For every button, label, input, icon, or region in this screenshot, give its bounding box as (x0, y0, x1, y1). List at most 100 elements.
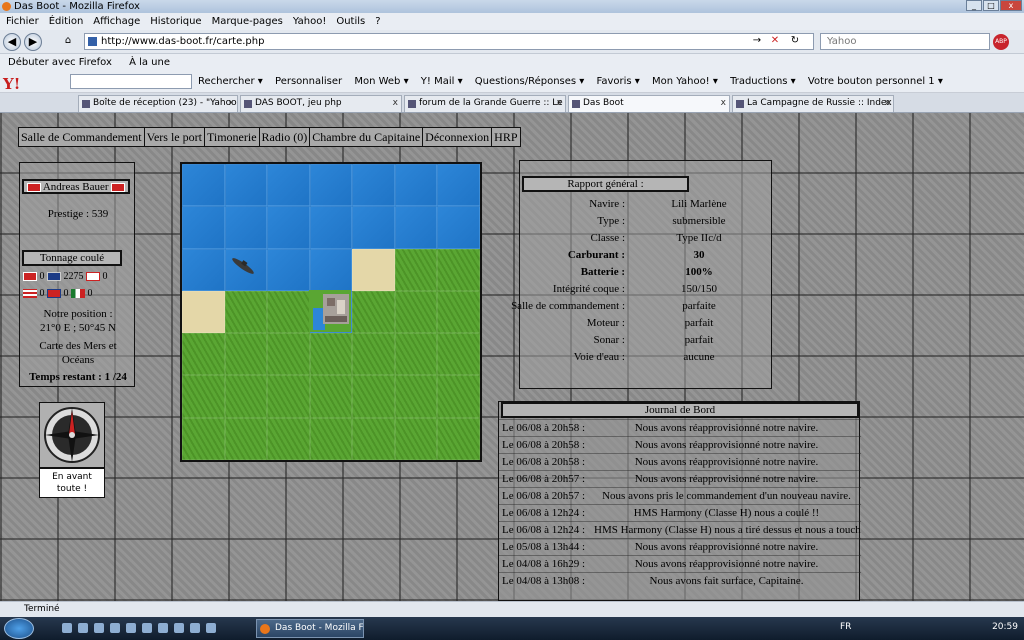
minimize-button[interactable]: _ (966, 0, 982, 11)
menu-outils[interactable]: Outils (336, 16, 365, 27)
map-tile-sea[interactable] (437, 164, 480, 207)
yahoo-mail[interactable]: Y! Mail ▾ (421, 76, 463, 87)
map-tile-land[interactable] (182, 417, 225, 460)
map-tile-land[interactable] (394, 417, 438, 460)
map-tile-sea[interactable] (394, 164, 438, 207)
quicklaunch-icon[interactable] (78, 623, 88, 633)
map-tile-land[interactable] (394, 290, 438, 334)
menu-edition[interactable]: Édition (49, 16, 84, 27)
quicklaunch-icon[interactable] (126, 623, 136, 633)
search-input[interactable]: Yahoo (820, 33, 990, 50)
menu-fichier[interactable]: Fichier (6, 16, 39, 27)
map-tile-land[interactable] (437, 248, 480, 291)
go-icon[interactable]: → (750, 34, 764, 49)
map-tile-land[interactable] (309, 333, 353, 376)
yahoo-favoris[interactable]: Favoris ▾ (597, 76, 640, 87)
map-link-line-2[interactable]: Océans (20, 354, 136, 366)
map-tile-sea[interactable] (352, 206, 395, 249)
map-tile-sea[interactable] (267, 248, 310, 291)
quicklaunch-icon[interactable] (110, 623, 120, 633)
close-tab-icon[interactable]: x (229, 96, 234, 111)
yahoo-mon-web[interactable]: Mon Web ▾ (354, 76, 408, 87)
maximize-button[interactable]: □ (983, 0, 999, 11)
map-tile-land[interactable] (352, 290, 395, 334)
map-tile-sea[interactable] (224, 206, 268, 249)
map-tile-sea[interactable] (267, 164, 310, 207)
back-button[interactable]: ◀ (3, 33, 21, 51)
harbor-icon[interactable] (309, 290, 351, 332)
yahoo-traductions[interactable]: Traductions ▾ (730, 76, 796, 87)
tab-das-boot-jeu[interactable]: DAS BOOT, jeu php x (240, 95, 402, 112)
home-icon[interactable]: ⌂ (60, 34, 76, 49)
map-tile-land[interactable] (309, 417, 353, 460)
map-tile-sea[interactable] (267, 206, 310, 249)
close-tab-icon[interactable]: x (557, 96, 562, 111)
map-tile-land[interactable] (394, 375, 438, 418)
tab-forum[interactable]: forum de la Grande Guerre :: Le f... x (404, 95, 566, 112)
map-tile-sea[interactable] (182, 248, 225, 291)
map-tile-land[interactable] (394, 248, 438, 291)
map-tile-land[interactable] (224, 333, 268, 376)
quicklaunch-icon[interactable] (190, 623, 200, 633)
quicklaunch-icon[interactable] (206, 623, 216, 633)
menu-aide[interactable]: ? (375, 16, 380, 27)
map-tile-land[interactable] (224, 375, 268, 418)
submarine-icon[interactable] (228, 251, 258, 281)
map-tile-land[interactable] (352, 375, 395, 418)
quicklaunch-icon[interactable] (94, 623, 104, 633)
stop-button[interactable]: ✕ (768, 34, 782, 49)
tab-campagne-russie[interactable]: La Campagne de Russie :: Index x (732, 95, 894, 112)
map-tile-land[interactable] (267, 417, 310, 460)
yahoo-search-input[interactable] (70, 74, 192, 89)
nav-chambre-capitaine[interactable]: Chambre du Capitaine (309, 127, 424, 147)
close-tab-icon[interactable]: x (393, 96, 398, 111)
close-window-button[interactable]: x (1000, 0, 1022, 11)
map-tile-sand[interactable] (182, 290, 225, 334)
map-tile-land[interactable] (224, 290, 268, 334)
map-tile-land[interactable] (224, 417, 268, 460)
nav-salle-commandement[interactable]: Salle de Commandement (18, 127, 145, 147)
forward-button[interactable]: ▶ (24, 33, 42, 51)
url-bar[interactable]: http://www.das-boot.fr/carte.php (84, 33, 814, 50)
map-tile-land[interactable] (394, 333, 438, 376)
map-tile-sea[interactable] (182, 164, 225, 207)
yahoo-logo-icon[interactable]: Y! (3, 73, 20, 92)
quicklaunch-icon[interactable] (158, 623, 168, 633)
map-tile-land[interactable] (309, 375, 353, 418)
map-tile-land[interactable] (352, 333, 395, 376)
map-tile-land[interactable] (267, 333, 310, 376)
map-tile-land[interactable] (437, 290, 480, 334)
nav-timonerie[interactable]: Timonerie (203, 127, 260, 147)
quicklaunch-icon[interactable] (142, 623, 152, 633)
menu-affichage[interactable]: Affichage (93, 16, 140, 27)
map-tile-land[interactable] (267, 290, 310, 334)
quicklaunch-icon[interactable] (62, 623, 72, 633)
map-tile-land[interactable] (437, 375, 480, 418)
nav-hrp[interactable]: HRP (491, 127, 521, 147)
map-tile-sea[interactable] (309, 248, 353, 291)
map-tile-land[interactable] (182, 375, 225, 418)
compass[interactable] (39, 402, 105, 468)
map-tile-sea[interactable] (309, 164, 353, 207)
language-indicator[interactable]: FR (840, 622, 851, 632)
map-tile-sand[interactable] (352, 248, 395, 291)
map-tile-land[interactable] (352, 417, 395, 460)
map-tile-land[interactable] (267, 375, 310, 418)
close-tab-icon[interactable]: x (721, 96, 726, 111)
nav-radio[interactable]: Radio (0) (258, 127, 311, 147)
yahoo-mon-yahoo[interactable]: Mon Yahoo! ▾ (652, 76, 718, 87)
map-tile-land[interactable] (182, 333, 225, 376)
map-tile-land[interactable] (437, 417, 480, 460)
nav-vers-le-port[interactable]: Vers le port (143, 127, 205, 147)
full-ahead-button[interactable]: En avant toute ! (39, 468, 105, 498)
map-tile-land[interactable] (437, 333, 480, 376)
start-button[interactable] (4, 618, 34, 639)
tab-yahoo-mail[interactable]: Boîte de réception (23) - "Yahoo! ... x (78, 95, 238, 112)
nav-deconnexion[interactable]: Déconnexion (422, 127, 493, 147)
taskbar-firefox-window[interactable]: Das Boot - Mozilla F... (256, 619, 364, 638)
map-tile-sea[interactable] (182, 206, 225, 249)
menu-historique[interactable]: Historique (150, 16, 201, 27)
map-link-line-1[interactable]: Carte des Mers et (20, 340, 136, 352)
map-tile-sea[interactable] (394, 206, 438, 249)
menu-marque-pages[interactable]: Marque-pages (212, 16, 283, 27)
